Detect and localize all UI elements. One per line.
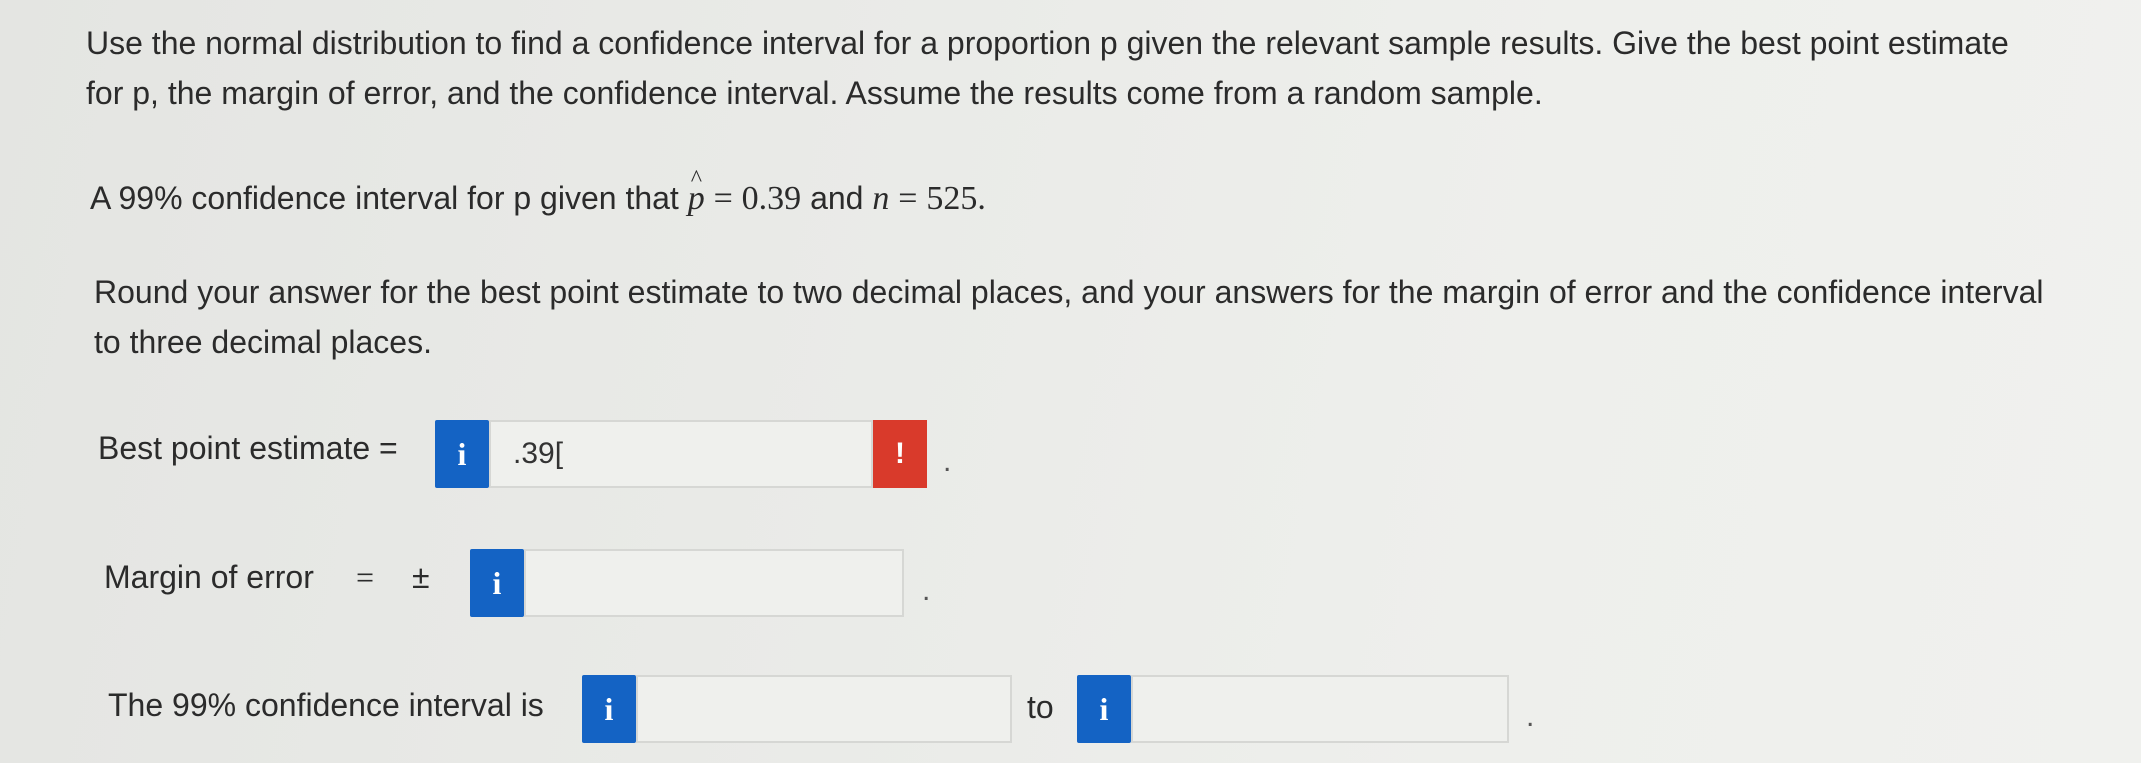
info-icon[interactable]: i (470, 549, 524, 617)
margin-label: Margin of error (104, 559, 314, 595)
margin-input[interactable] (524, 549, 904, 617)
equals-sign: = (713, 180, 733, 217)
interval-upper-input[interactable] (1131, 675, 1509, 743)
best-point-input[interactable]: .39[ (489, 420, 873, 488)
and-text: and (810, 180, 864, 216)
info-icon[interactable]: i (582, 675, 636, 743)
given-statement: A 99% confidence interval for p given th… (90, 154, 1590, 224)
to-text: to (1027, 689, 1054, 725)
question-instructions: Use the normal distribution to find a co… (86, 25, 2009, 111)
interval-lower-input[interactable] (636, 675, 1012, 743)
n-symbol: n (872, 180, 890, 217)
period: . (1526, 700, 1535, 733)
plus-minus-symbol: ± (412, 559, 430, 595)
p-hat-value: 0.39 (741, 180, 802, 217)
rounding-instructions: Round your answer for the best point est… (94, 274, 2044, 360)
p-hat-symbol: p (688, 154, 705, 224)
period: . (943, 445, 952, 478)
warning-icon[interactable]: ! (873, 420, 927, 488)
given-prefix: A 99% confidence interval for p given th… (90, 180, 679, 216)
margin-equals: = (356, 559, 375, 595)
best-point-label: Best point estimate = (98, 430, 398, 466)
info-icon[interactable]: i (1077, 675, 1131, 743)
info-icon[interactable]: i (435, 420, 489, 488)
n-value: 525. (926, 180, 986, 217)
equals-sign-n: = (898, 180, 918, 217)
interval-label: The 99% confidence interval is (108, 687, 544, 723)
period: . (922, 574, 931, 607)
